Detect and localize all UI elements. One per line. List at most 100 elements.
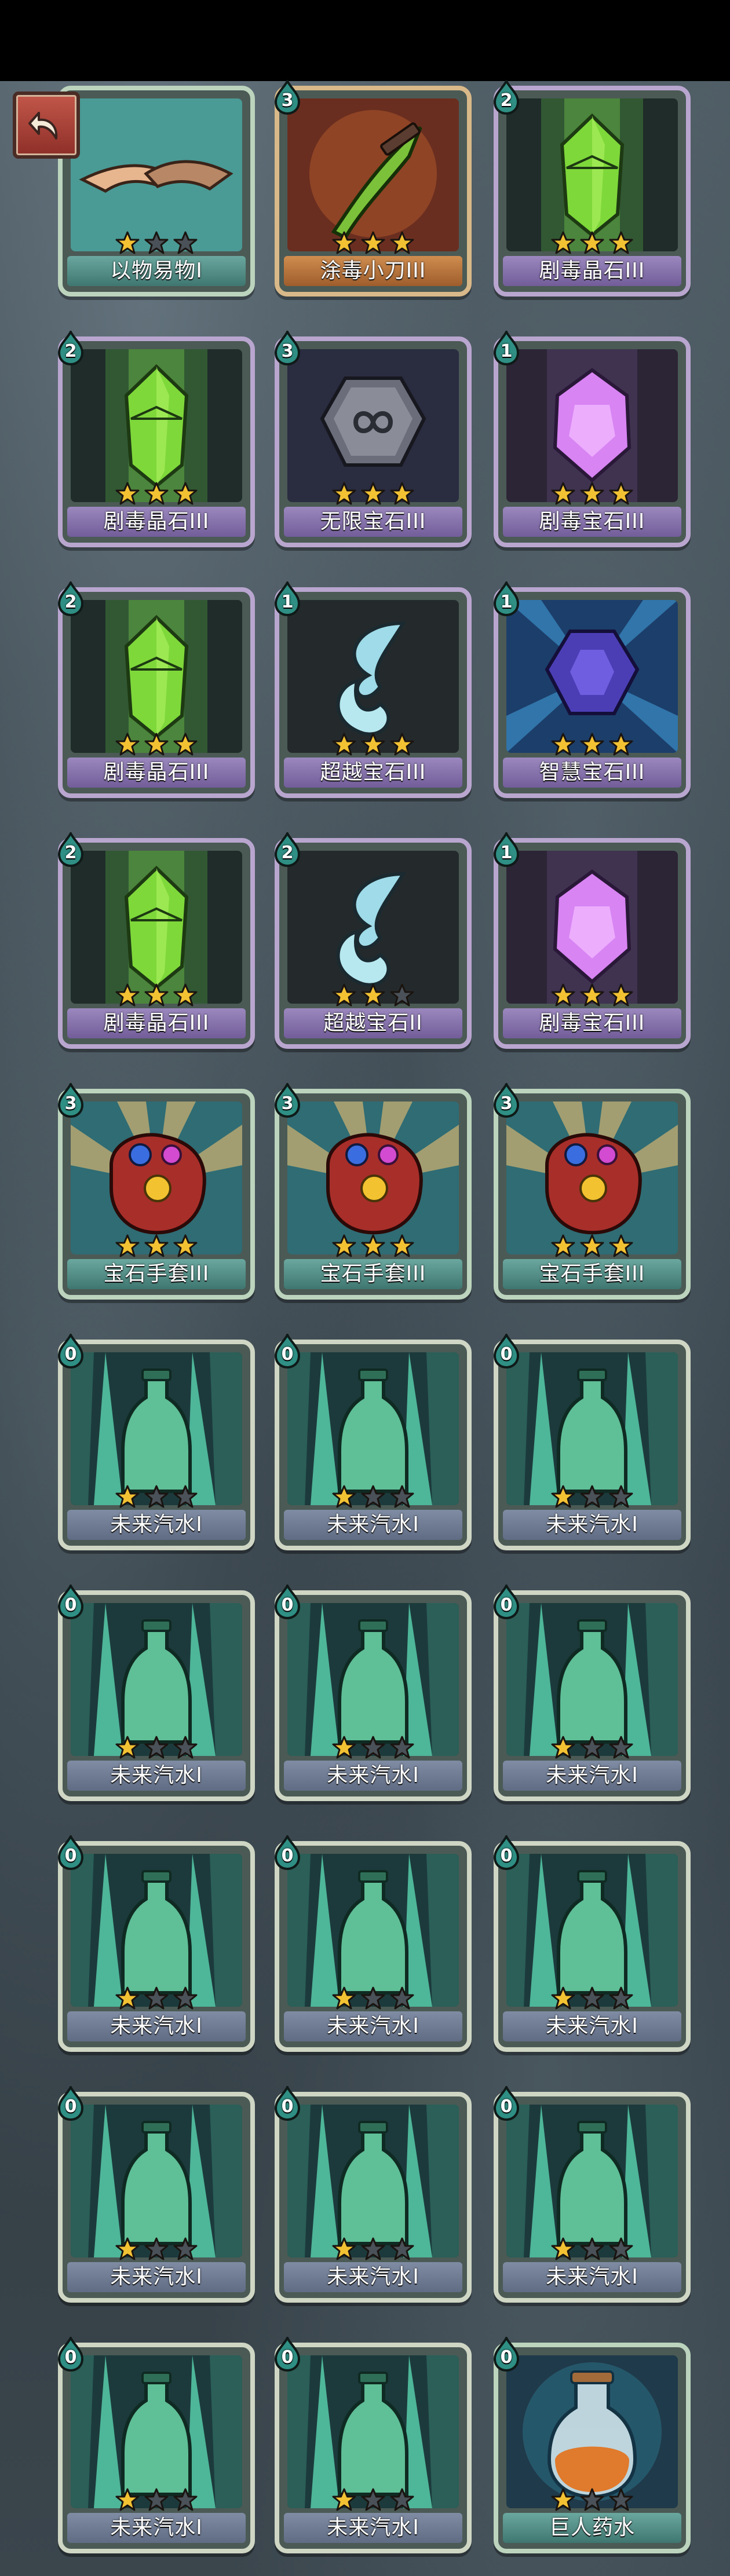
soda-bottle-icon: [71, 2105, 242, 2257]
item-name: 未来汽水I: [284, 1761, 462, 1791]
star-icon: [551, 1485, 575, 1508]
star-icon: [580, 2237, 604, 2260]
soda-bottle-icon: [71, 1352, 242, 1505]
item-card[interactable]: 涂毒小刀III 3: [274, 78, 472, 297]
star-icon: [361, 983, 385, 1007]
cost-badge: 2: [492, 78, 520, 115]
star-icon: [173, 1234, 198, 1257]
item-card[interactable]: 未来汽水I 0: [57, 2335, 255, 2553]
item-card[interactable]: 宝石手套III 3: [493, 1081, 691, 1300]
cost-badge: 0: [492, 1332, 520, 1369]
cost-value: 0: [281, 2096, 294, 2117]
item-card[interactable]: 未来汽水I 0: [57, 2084, 255, 2303]
infinity-gem-icon: [287, 349, 459, 502]
star-rating: [279, 1234, 467, 1259]
item-card[interactable]: 无限宝石III 3: [274, 329, 472, 547]
cost-value: 0: [500, 2096, 513, 2117]
item-card[interactable]: 剧毒宝石III 1: [493, 830, 691, 1049]
star-icon: [332, 482, 356, 505]
item-card[interactable]: 未来汽水I 0: [57, 1583, 255, 1801]
gem-gauntlet-icon: [287, 1102, 459, 1254]
star-icon: [173, 1986, 198, 2010]
star-icon: [361, 2488, 385, 2511]
cost-badge: 1: [492, 580, 520, 617]
star-icon: [580, 231, 604, 254]
item-card[interactable]: 未来汽水I 0: [493, 1834, 691, 2052]
star-icon: [332, 2237, 356, 2260]
item-card[interactable]: 以物易物I: [58, 86, 255, 297]
star-rating: [279, 1986, 467, 2011]
item-card[interactable]: 剧毒晶石III 2: [493, 78, 691, 297]
star-rating: [498, 2487, 686, 2513]
item-card[interactable]: 未来汽水I 0: [274, 1834, 472, 2052]
cost-value: 0: [64, 2347, 77, 2368]
purple-gem-icon: [506, 349, 678, 502]
star-rating: [63, 2487, 250, 2513]
item-card[interactable]: 智慧宝石III 1: [493, 580, 691, 798]
item-name: 剧毒晶石III: [67, 1008, 246, 1038]
item-card[interactable]: 未来汽水I 0: [274, 2335, 472, 2553]
item-card[interactable]: 剧毒晶石III 2: [57, 830, 255, 1049]
star-icon: [551, 733, 575, 756]
cost-badge: 2: [57, 329, 85, 366]
item-card[interactable]: 未来汽水I 0: [274, 2084, 472, 2303]
star-icon: [361, 2237, 385, 2260]
item-card[interactable]: 未来汽水I 0: [57, 1332, 255, 1550]
star-icon: [173, 2237, 198, 2260]
item-card[interactable]: 巨人药水 0: [493, 2335, 691, 2553]
green-crystal-icon: [71, 851, 242, 1004]
star-icon: [609, 733, 633, 756]
cost-badge: 2: [273, 830, 301, 868]
item-name: 未来汽水I: [503, 1761, 681, 1791]
soda-bottle-icon: [71, 1603, 242, 1756]
star-icon: [580, 2488, 604, 2511]
item-name: 未来汽水I: [284, 2011, 462, 2041]
star-icon: [144, 1234, 169, 1257]
item-card[interactable]: 超越宝石II 2: [274, 830, 472, 1049]
soda-bottle-icon: [287, 2105, 459, 2257]
item-card[interactable]: 未来汽水I 0: [274, 1332, 472, 1550]
star-icon: [115, 1986, 140, 2010]
star-icon: [144, 482, 169, 505]
cost-value: 0: [281, 1595, 294, 1615]
item-card[interactable]: 剧毒晶石III 2: [57, 329, 255, 547]
star-icon: [551, 983, 575, 1007]
item-card[interactable]: 未来汽水I 0: [493, 1332, 691, 1550]
item-name: 剧毒宝石III: [503, 1008, 681, 1038]
poison-dagger-icon: [287, 98, 459, 251]
item-card[interactable]: 未来汽水I 0: [274, 1583, 472, 1801]
soda-bottle-icon: [287, 2355, 459, 2508]
star-rating: [498, 983, 686, 1008]
star-icon: [144, 983, 169, 1007]
item-name: 剧毒晶石III: [503, 256, 681, 286]
item-card[interactable]: 剧毒宝石III 1: [493, 329, 691, 547]
cost-badge: 0: [57, 2084, 85, 2121]
star-icon: [115, 2237, 140, 2260]
soda-bottle-icon: [287, 1352, 459, 1505]
cost-badge: 0: [273, 1583, 301, 1620]
star-icon: [332, 1986, 356, 2010]
star-icon: [332, 733, 356, 756]
cost-value: 2: [64, 341, 77, 361]
cost-value: 3: [64, 1093, 77, 1114]
item-card[interactable]: 未来汽水I 0: [57, 1834, 255, 2052]
cost-value: 3: [500, 1093, 513, 1114]
star-icon: [551, 1736, 575, 1759]
star-rating: [63, 732, 250, 758]
back-button[interactable]: [13, 92, 80, 159]
star-rating: [63, 1735, 250, 1761]
item-name: 未来汽水I: [67, 1510, 246, 1540]
star-rating: [498, 481, 686, 507]
item-card[interactable]: 超越宝石III 1: [274, 580, 472, 798]
item-card[interactable]: 未来汽水I 0: [493, 1583, 691, 1801]
star-icon: [580, 1234, 604, 1257]
item-card[interactable]: 剧毒晶石III 2: [57, 580, 255, 798]
cost-badge: 0: [57, 2335, 85, 2372]
cost-value: 0: [500, 2347, 513, 2368]
item-card[interactable]: 宝石手套III 3: [274, 1081, 472, 1300]
star-icon: [609, 2237, 633, 2260]
item-card[interactable]: 宝石手套III 3: [57, 1081, 255, 1300]
cost-value: 0: [64, 1595, 77, 1615]
item-card[interactable]: 未来汽水I 0: [493, 2084, 691, 2303]
star-icon: [551, 1234, 575, 1257]
